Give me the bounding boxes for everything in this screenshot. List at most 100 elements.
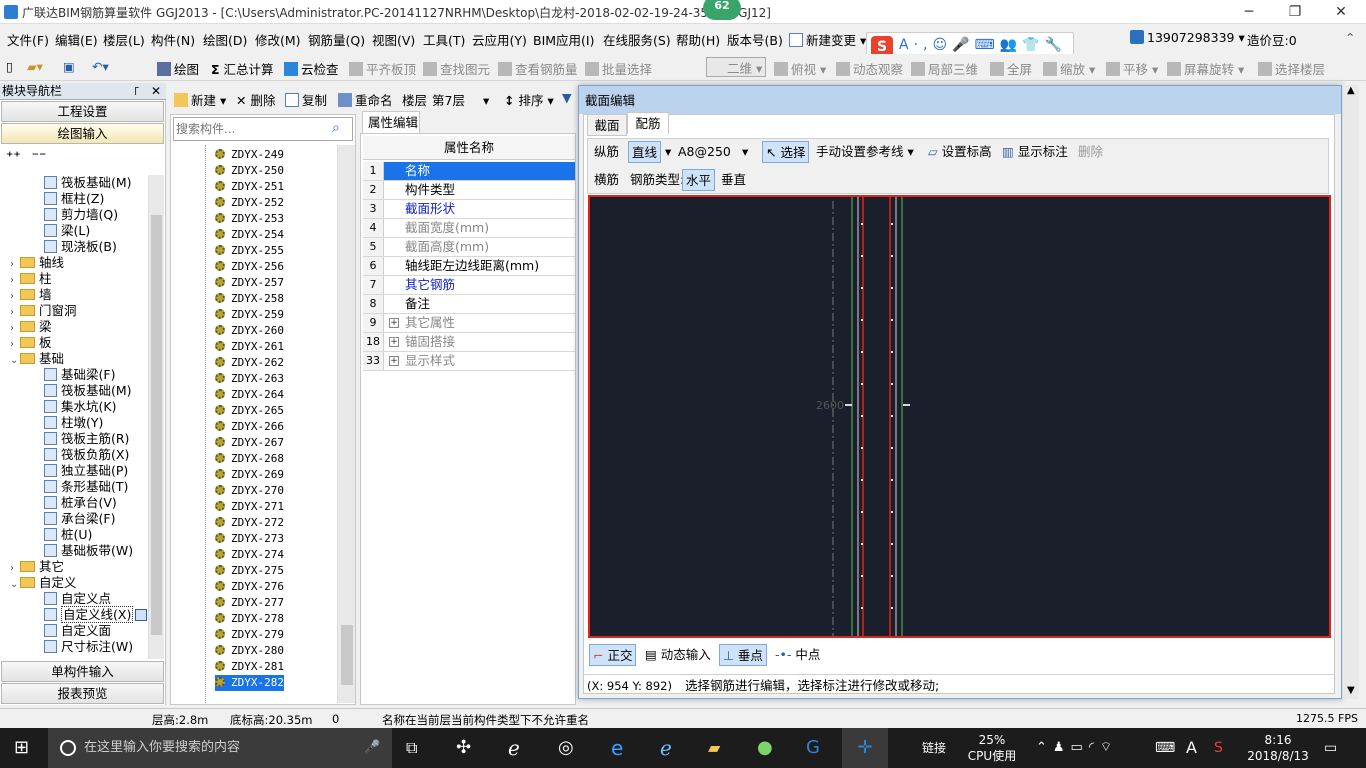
pin-icon[interactable]: ꜒ xyxy=(134,83,140,99)
active-app-icon[interactable]: ✛ xyxy=(842,728,888,768)
view-mode-select[interactable]: 二维 ▾ xyxy=(706,57,766,77)
component-list-item[interactable]: ZDYX-257 xyxy=(215,275,284,291)
report-preview-button[interactable]: 报表预览 xyxy=(1,683,164,704)
nav-tree-item[interactable]: 框柱(Z) xyxy=(44,191,104,207)
nav-tree-item[interactable]: 筏板负筋(X) xyxy=(44,447,129,463)
nav-tree-item[interactable]: 自定义面 xyxy=(44,623,111,639)
component-scrollbar[interactable] xyxy=(337,145,355,703)
nav-tree-item[interactable]: 筏板基础(M) xyxy=(44,383,132,399)
component-list-item[interactable]: ZDYX-267 xyxy=(215,435,284,451)
component-list-item[interactable]: ZDYX-280 xyxy=(215,643,284,659)
horizontal-button[interactable]: 水平 xyxy=(682,169,716,191)
menu-cloud[interactable]: 云应用(Y) xyxy=(472,30,527,49)
menu-new-change[interactable]: 新建变更 ▾ xyxy=(789,30,866,49)
menu-version[interactable]: 版本号(B) xyxy=(727,30,783,49)
nav-tree-item[interactable]: 条形基础(T) xyxy=(44,479,128,495)
edge-blue-icon[interactable]: e xyxy=(611,728,623,768)
dynamic-input-button[interactable]: ▤ 动态输入 xyxy=(645,644,711,666)
nav-tree-item[interactable]: › 门窗洞 xyxy=(10,303,77,319)
component-list-item[interactable]: ZDYX-272 xyxy=(215,515,284,531)
nav-tree-item[interactable]: 独立基础(P) xyxy=(44,463,128,479)
component-list-item[interactable]: ZDYX-266 xyxy=(215,419,284,435)
component-list-item[interactable]: ZDYX-264 xyxy=(215,387,284,403)
menu-component[interactable]: 构件(N) xyxy=(151,30,195,49)
grid-icon[interactable] xyxy=(135,609,148,621)
property-row[interactable]: 7 其它钢筋 xyxy=(363,276,575,295)
property-tab[interactable]: 属性编辑 xyxy=(362,111,420,133)
sum-calc-button[interactable]: Σ 汇总计算 xyxy=(211,59,274,78)
cost-beans[interactable]: 造价豆:0 xyxy=(1247,30,1297,49)
nav-tree-item[interactable]: 剪力墙(Q) xyxy=(44,207,118,223)
nav-tree-item[interactable]: › 梁 xyxy=(10,319,52,335)
dimension-label[interactable]: 2600 xyxy=(816,399,844,412)
nav-tree-item[interactable]: ⌄ 基础 xyxy=(10,351,64,367)
property-row[interactable]: 8 备注 xyxy=(363,295,575,314)
nav-tree-item[interactable]: › 板 xyxy=(10,335,52,351)
property-row[interactable]: 18 + 锚固搭接 xyxy=(363,333,575,352)
cloud-check-button[interactable]: 云检查 xyxy=(284,59,339,78)
rename-component-button[interactable]: 重命名 xyxy=(338,90,393,109)
property-row[interactable]: 5 截面高度(mm) xyxy=(363,238,575,257)
restore-button[interactable]: ❐ xyxy=(1272,2,1318,22)
filter-icon[interactable]: ▼ xyxy=(562,90,572,105)
component-list-item[interactable]: ZDYX-271 xyxy=(215,499,284,515)
dialog-scrollbar[interactable]: ▲ ▼ xyxy=(1342,85,1359,699)
search-icon[interactable]: ⌕ xyxy=(332,120,340,136)
select-floor-button[interactable]: 选择楼层 xyxy=(1258,59,1325,78)
input-lang[interactable]: A xyxy=(1186,728,1197,768)
component-list-item[interactable]: ZDYX-268 xyxy=(215,451,284,467)
close-button[interactable]: ✕ xyxy=(1318,2,1364,22)
property-row[interactable]: 6 轴线距左边线距离(mm) xyxy=(363,257,575,276)
nav-tree-item[interactable]: 基础板带(W) xyxy=(44,543,133,559)
sogou-tray-icon[interactable]: S xyxy=(1214,728,1223,768)
open-folder-icon[interactable]: ▰▾ xyxy=(27,59,43,74)
vertical-button[interactable]: 垂直 xyxy=(721,169,746,191)
component-list-item[interactable]: ZDYX-275 xyxy=(215,563,284,579)
new-file-icon[interactable]: ▯ xyxy=(6,59,13,74)
zoom-button[interactable]: 缩放 ▾ xyxy=(1043,59,1095,78)
menu-file[interactable]: 文件(F) xyxy=(7,30,49,49)
delete-button[interactable]: 删除 xyxy=(1078,141,1103,163)
component-list-item[interactable]: ZDYX-263 xyxy=(215,371,284,387)
component-list-item[interactable]: ZDYX-277 xyxy=(215,595,284,611)
line-mode-button[interactable]: 直线 xyxy=(628,141,662,163)
close-icon[interactable]: ✕ xyxy=(151,83,161,99)
copy-component-button[interactable]: 复制 xyxy=(285,90,327,109)
nav-tree-item[interactable]: › 其它 xyxy=(10,559,64,575)
nav-tree-item[interactable]: › 柱 xyxy=(10,271,52,287)
menu-draw[interactable]: 绘图(D) xyxy=(203,30,247,49)
component-list-item[interactable]: ZDYX-282 xyxy=(215,675,284,691)
perpendicular-button[interactable]: ⊥ 垂点 xyxy=(719,644,767,666)
component-list-item[interactable]: ZDYX-274 xyxy=(215,547,284,563)
sort-button[interactable]: ↕ 排序 ▾ xyxy=(504,90,554,109)
single-component-input-button[interactable]: 单构件输入 xyxy=(1,661,164,682)
menu-view[interactable]: 视图(V) xyxy=(372,30,415,49)
new-component-button[interactable]: 新建 ▾ xyxy=(174,90,226,109)
taskbar-link[interactable]: 链接 xyxy=(922,728,946,768)
menu-bim[interactable]: BIM应用(I) xyxy=(533,30,595,49)
nav-tree-item[interactable]: › 轴线 xyxy=(10,255,64,271)
delete-component-button[interactable]: ✕ 删除 xyxy=(236,90,275,109)
spec-select[interactable]: A8@250 ▾ xyxy=(678,141,754,163)
menu-steel-qty[interactable]: 钢筋量(Q) xyxy=(308,30,365,49)
nav-tree-item[interactable]: 梁(L) xyxy=(44,223,90,239)
microphone-icon[interactable]: 🎤 xyxy=(364,728,380,768)
nav-tree-item[interactable]: 筏板基础(M) xyxy=(44,175,132,191)
tree-scrollbar[interactable] xyxy=(148,175,164,659)
pan-button[interactable]: 平移 ▾ xyxy=(1106,59,1158,78)
ortho-button[interactable]: ⌐ 正交 xyxy=(589,644,637,666)
user-account[interactable]: 13907298339 ▾ xyxy=(1130,30,1245,45)
component-list-item[interactable]: ZDYX-273 xyxy=(215,531,284,547)
property-row[interactable]: 1 名称 xyxy=(363,162,575,181)
taskbar-search[interactable]: 在这里输入你要搜索的内容 🎤 xyxy=(48,728,392,768)
component-list-item[interactable]: ZDYX-278 xyxy=(215,611,284,627)
windows-start-icon[interactable]: ⊞ xyxy=(14,728,29,768)
project-settings-button[interactable]: 工程设置 xyxy=(1,101,164,122)
tab-section[interactable]: 截面 xyxy=(587,114,627,136)
manual-ref-button[interactable]: 手动设置参考线 ▾ xyxy=(816,141,914,163)
notification-icon[interactable]: ▭ xyxy=(1324,728,1337,768)
nav-tree-item[interactable]: 柱墩(Y) xyxy=(44,415,103,431)
clock[interactable]: 8:16 2018/8/13 xyxy=(1240,732,1316,764)
nav-tree-item[interactable]: 基础梁(F) xyxy=(44,367,115,383)
undo-icon[interactable]: ↶▾ xyxy=(92,59,109,74)
